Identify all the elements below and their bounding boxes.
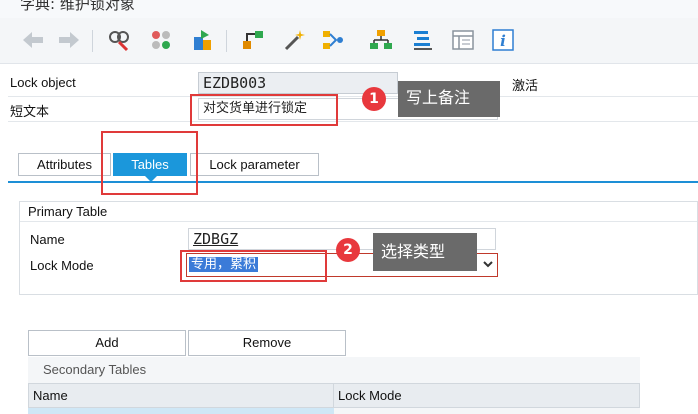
lock-mode-label: Lock Mode <box>30 258 94 273</box>
activate-icon[interactable] <box>282 27 308 53</box>
short-text-label: 短文本 <box>10 104 50 119</box>
info-icon[interactable]: i <box>490 27 516 53</box>
group-title-divider <box>20 221 697 222</box>
chevron-down-icon[interactable] <box>482 254 494 281</box>
forward-icon[interactable] <box>56 27 82 53</box>
title-bar: 字典: 维护锁对象 <box>0 0 698 18</box>
annotation-callout-2: 选择类型 <box>373 233 477 271</box>
table-view-icon[interactable] <box>450 27 476 53</box>
row-divider <box>8 121 698 122</box>
align-icon[interactable] <box>410 27 436 53</box>
window-title: 字典: 维护锁对象 <box>20 0 135 13</box>
hierarchy-icon[interactable] <box>368 27 394 53</box>
toolbar-separator <box>92 30 93 52</box>
back-icon[interactable] <box>20 27 46 53</box>
annotation-callout-1: 写上备注 <box>398 81 500 117</box>
annotation-badge-1: 1 <box>362 87 386 111</box>
name-label: Name <box>30 232 65 247</box>
tab-lock-parameter[interactable]: Lock parameter <box>190 153 319 176</box>
status-text: 激活 <box>512 78 539 93</box>
active-inactive-icon[interactable] <box>148 27 174 53</box>
svg-text:i: i <box>500 32 506 50</box>
column-header-lock-mode[interactable]: Lock Mode <box>333 383 640 408</box>
check-icon[interactable] <box>240 27 266 53</box>
table-row[interactable] <box>28 408 334 414</box>
application-toolbar: i <box>0 18 698 64</box>
primary-table-title: Primary Table <box>28 204 108 219</box>
lock-object-label: Lock object <box>10 75 76 90</box>
remove-button[interactable]: Remove <box>188 330 346 356</box>
other-object-icon[interactable] <box>190 27 216 53</box>
where-used-icon[interactable] <box>320 27 346 53</box>
row-divider <box>8 96 698 97</box>
toolbar-separator <box>226 30 227 52</box>
tab-attributes[interactable]: Attributes <box>18 153 111 176</box>
display-change-icon[interactable] <box>106 27 132 53</box>
annotation-box-tables-tab <box>101 131 198 195</box>
annotation-badge-2: 2 <box>336 238 360 262</box>
annotation-box-short-text <box>190 94 338 126</box>
column-header-name[interactable]: Name <box>28 383 334 408</box>
add-button[interactable]: Add <box>28 330 186 356</box>
secondary-tables-title: Secondary Tables <box>43 362 147 377</box>
annotation-box-lock-mode <box>180 250 327 282</box>
